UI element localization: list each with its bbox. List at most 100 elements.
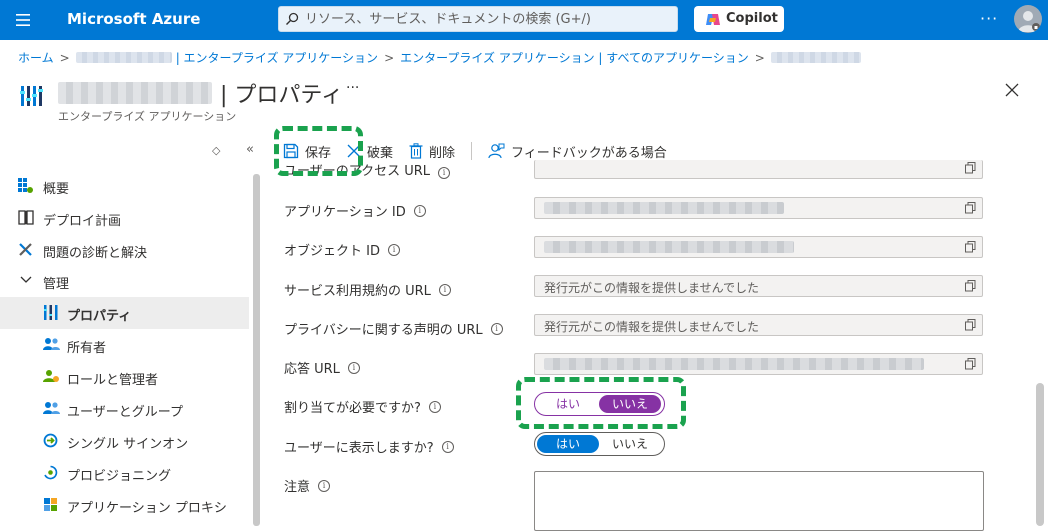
search-input[interactable]	[305, 10, 665, 28]
copy-icon[interactable]	[965, 280, 976, 292]
content-scrollbar[interactable]	[1036, 383, 1044, 526]
object-id-label: オブジェクト ID i	[284, 240, 400, 259]
reply-url-field[interactable]	[534, 353, 983, 375]
app-proxy-icon	[43, 497, 58, 512]
users-groups-icon	[43, 401, 60, 415]
more-options-icon[interactable]: ···	[980, 9, 998, 28]
toggle-option-no[interactable]: いいえ	[599, 435, 661, 453]
sso-icon	[43, 433, 58, 448]
nav-item-users-groups[interactable]: ユーザーとグループ	[0, 393, 249, 425]
nav-label: 管理	[43, 277, 70, 292]
field-label: アプリケーション ID	[284, 205, 406, 220]
nav-label: アプリケーション プロキシ	[67, 501, 227, 516]
info-icon[interactable]: i	[438, 167, 451, 179]
nav-label: プロビジョニング	[67, 469, 172, 484]
nav-label: 概要	[43, 182, 70, 197]
delete-label: 削除	[429, 145, 456, 161]
copy-icon[interactable]	[965, 241, 976, 253]
copy-icon[interactable]	[965, 202, 976, 214]
info-icon[interactable]: i	[413, 204, 426, 217]
breadcrumb: ホーム > | エンタープライズ アプリケーション > エンタープライズ アプリ…	[18, 49, 861, 66]
copilot-button[interactable]: Copilot	[694, 6, 784, 32]
redacted-app-name	[770, 52, 861, 63]
feedback-button[interactable]: フィードバックがある場合	[488, 142, 667, 161]
nav-item-owners[interactable]: 所有者	[0, 329, 249, 361]
nav-item-app-proxy[interactable]: アプリケーション プロキシ	[0, 489, 249, 521]
field-value: 発行元がこの情報を提供しませんでした	[544, 320, 760, 334]
access-url-field[interactable]	[534, 160, 983, 179]
info-icon[interactable]: i	[428, 400, 441, 413]
close-icon[interactable]	[1004, 82, 1020, 98]
app-id-label: アプリケーション ID i	[284, 201, 426, 220]
info-icon[interactable]: i	[438, 283, 451, 296]
visible-to-users-toggle[interactable]: はい いいえ	[534, 432, 665, 456]
copy-icon[interactable]	[965, 162, 976, 174]
redacted-value	[544, 241, 794, 253]
redacted-value	[544, 358, 924, 370]
nav-sort-icon[interactable]: ◇	[212, 144, 220, 157]
wrench-icon	[18, 242, 33, 257]
nav-label: シングル サインオン	[67, 437, 189, 452]
overview-grid-icon	[18, 178, 33, 193]
breadcrumb-separator: >	[384, 50, 395, 65]
breadcrumb-separator: >	[754, 50, 765, 65]
notes-textarea[interactable]	[534, 471, 984, 531]
hamburger-menu-icon[interactable]	[14, 11, 32, 29]
global-search[interactable]	[278, 6, 678, 32]
tos-url-field[interactable]: 発行元がこの情報を提供しませんでした	[534, 275, 983, 297]
copy-icon[interactable]	[965, 358, 976, 370]
nav-label: 問題の診断と解決	[43, 246, 148, 261]
assignment-required-label: 割り当てが必要ですか? i	[284, 397, 441, 416]
nav-label: プロパティ	[67, 309, 132, 324]
field-label: オブジェクト ID	[284, 244, 380, 259]
save-highlight-box	[274, 126, 363, 176]
info-icon[interactable]: i	[490, 322, 503, 335]
nav-item-deployment-plan[interactable]: デプロイ計画	[0, 202, 249, 234]
redacted-value	[544, 202, 784, 214]
nav-group-manage[interactable]: 管理	[0, 265, 249, 297]
top-bar: Microsoft Azure Copilot ···	[0, 0, 1048, 40]
properties-bars-icon	[44, 305, 58, 320]
enterprise-app-icon	[20, 84, 44, 108]
nav-scrollbar[interactable]	[253, 174, 260, 526]
copy-icon[interactable]	[965, 319, 976, 331]
info-icon[interactable]: i	[347, 361, 360, 374]
notes-label: 注意 i	[284, 476, 331, 495]
field-label: 応答 URL	[284, 362, 340, 377]
collapse-nav-icon[interactable]: «	[246, 142, 254, 157]
privacy-url-label: プライバシーに関する声明の URL i	[284, 319, 503, 338]
feedback-person-icon	[488, 143, 505, 159]
search-icon	[285, 12, 299, 26]
nav-item-properties[interactable]: プロパティ	[0, 297, 249, 329]
nav-item-diagnose[interactable]: 問題の診断と解決	[0, 234, 249, 266]
privacy-url-field[interactable]: 発行元がこの情報を提供しませんでした	[534, 314, 983, 336]
nav-item-overview[interactable]: 概要	[0, 170, 249, 202]
field-label: 注意	[284, 480, 311, 495]
copilot-icon	[705, 12, 721, 27]
field-label: プライバシーに関する声明の URL	[284, 323, 483, 338]
trash-icon	[409, 143, 423, 159]
breadcrumb-all-applications[interactable]: エンタープライズ アプリケーション | すべてのアプリケーション	[400, 49, 749, 66]
breadcrumb-home[interactable]: ホーム	[18, 49, 54, 66]
breadcrumb-app-enterprise[interactable]: | エンタープライズ アプリケーション	[176, 49, 378, 66]
title-more-icon[interactable]: ···	[346, 80, 359, 96]
app-id-field[interactable]	[534, 197, 983, 219]
delete-button[interactable]: 削除	[409, 142, 455, 161]
avatar[interactable]	[1014, 5, 1042, 33]
role-admin-icon	[43, 369, 60, 383]
info-icon[interactable]: i	[441, 440, 454, 453]
copilot-label: Copilot	[726, 11, 778, 26]
field-label: 割り当てが必要ですか?	[284, 401, 421, 416]
info-icon[interactable]: i	[387, 243, 400, 256]
nav-item-roles-admins[interactable]: ロールと管理者	[0, 361, 249, 393]
info-icon[interactable]: i	[318, 479, 331, 492]
toggle-option-yes-selected[interactable]: はい	[537, 435, 599, 453]
object-id-field[interactable]	[534, 236, 983, 258]
nav-item-single-sign-on[interactable]: シングル サインオン	[0, 425, 249, 457]
page-subtitle: エンタープライズ アプリケーション	[58, 110, 237, 123]
brand-title[interactable]: Microsoft Azure	[67, 10, 200, 28]
toolbar-divider	[471, 142, 473, 160]
nav-label: 所有者	[67, 341, 107, 356]
reply-url-label: 応答 URL i	[284, 358, 360, 377]
nav-item-provisioning[interactable]: プロビジョニング	[0, 457, 249, 489]
